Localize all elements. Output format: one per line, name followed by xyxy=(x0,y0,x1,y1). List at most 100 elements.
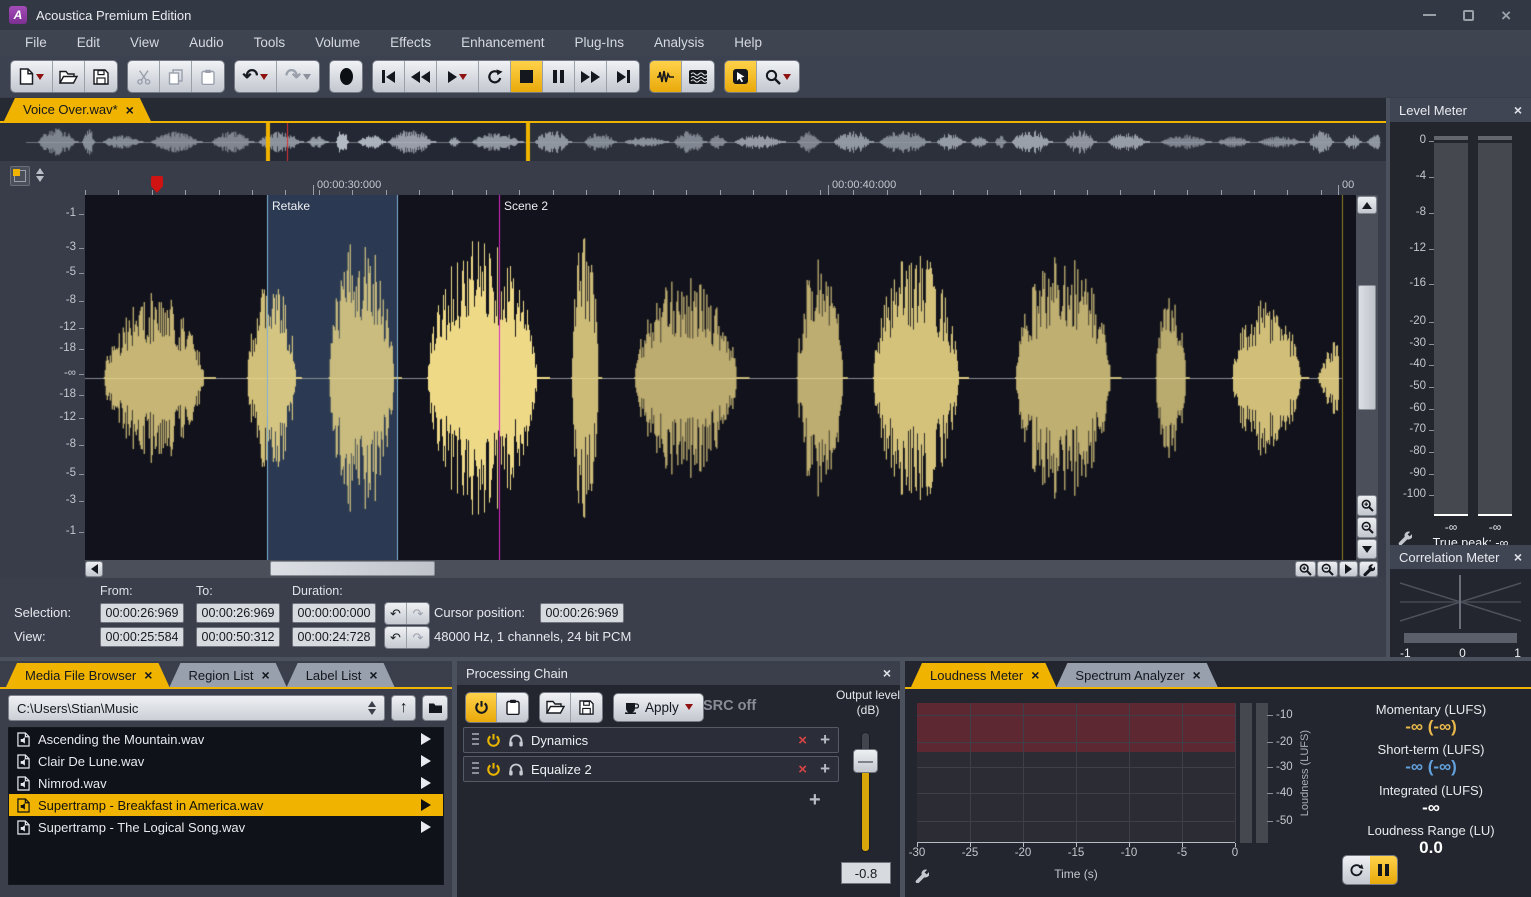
selection-tool-button[interactable] xyxy=(725,61,757,92)
menu-item-volume[interactable]: Volume xyxy=(300,30,375,56)
power-icon[interactable] xyxy=(486,762,501,777)
open-file-button[interactable] xyxy=(53,61,85,92)
scroll-settings-button[interactable] xyxy=(1359,561,1378,577)
cursor-position-field[interactable]: 00:00:26:969 xyxy=(540,603,624,623)
parent-folder-button[interactable]: ↑ xyxy=(391,695,417,721)
menu-item-tools[interactable]: Tools xyxy=(239,30,301,56)
view-undo-button[interactable]: ↶ xyxy=(385,627,407,648)
play-file-icon[interactable] xyxy=(421,799,431,811)
play-file-icon[interactable] xyxy=(421,755,431,767)
loudness-tab-spectrum-analyzer[interactable]: Spectrum Analyzer× xyxy=(1056,663,1217,687)
chain-paste-button[interactable] xyxy=(497,693,528,722)
document-tab[interactable]: Voice Over.wav* × xyxy=(4,98,151,121)
undo-button[interactable]: ↶ xyxy=(235,61,277,92)
record-button[interactable] xyxy=(330,61,362,92)
play-file-icon[interactable] xyxy=(421,777,431,789)
menu-item-enhancement[interactable]: Enhancement xyxy=(446,30,559,56)
loudness-reset-button[interactable] xyxy=(1343,856,1370,884)
level-meter-settings-icon[interactable] xyxy=(1397,530,1412,545)
file-row[interactable]: Clair De Lune.wav xyxy=(9,750,443,772)
browse-folder-button[interactable] xyxy=(422,695,448,721)
horizontal-scrollbar[interactable] xyxy=(85,560,1378,578)
spectral-view-button[interactable] xyxy=(682,61,714,92)
close-panel-icon[interactable]: × xyxy=(883,665,891,681)
menu-item-edit[interactable]: Edit xyxy=(62,30,115,56)
close-tab-icon[interactable]: × xyxy=(1193,667,1201,683)
vertical-scroll-thumb[interactable] xyxy=(1358,285,1376,410)
menu-item-view[interactable]: View xyxy=(115,30,174,56)
copy-button[interactable] xyxy=(160,61,192,92)
view-from-field[interactable]: 00:00:25:584 xyxy=(100,627,184,647)
play-file-icon[interactable] xyxy=(421,821,431,833)
selection-from-field[interactable]: 00:00:26:969 xyxy=(100,603,184,623)
scroll-up-button[interactable] xyxy=(1357,196,1377,214)
waveform-editor[interactable]: Retake Scene 2 xyxy=(85,195,1356,560)
menu-item-plug-ins[interactable]: Plug-Ins xyxy=(559,30,639,56)
add-effect-icon[interactable]: + xyxy=(820,759,830,779)
paste-button[interactable] xyxy=(192,61,224,92)
minimize-icon[interactable] xyxy=(1423,14,1436,16)
remove-effect-icon[interactable]: × xyxy=(798,761,807,778)
horizontal-scroll-thumb[interactable] xyxy=(270,561,435,576)
drag-handle-icon[interactable] xyxy=(472,733,479,748)
zoom-out-vertical-button[interactable] xyxy=(1357,517,1377,538)
file-row[interactable]: Supertramp - Breakfast in America.wav xyxy=(9,794,443,816)
folder-path-select[interactable]: C:\Users\Stian\Music xyxy=(8,695,385,721)
go-to-end-button[interactable] xyxy=(607,61,639,92)
cut-button[interactable] xyxy=(128,61,160,92)
zoom-out-horizontal-button[interactable] xyxy=(1317,561,1338,577)
overview-waveform[interactable] xyxy=(0,123,1387,161)
view-to-field[interactable]: 00:00:50:312 xyxy=(196,627,280,647)
selection-duration-field[interactable]: 00:00:00:000 xyxy=(292,603,376,623)
selection-to-field[interactable]: 00:00:26:969 xyxy=(196,603,280,623)
scroll-left-button[interactable] xyxy=(85,561,103,577)
power-icon[interactable] xyxy=(486,733,501,748)
save-button[interactable] xyxy=(85,61,117,92)
close-tab-icon[interactable]: × xyxy=(1031,667,1039,683)
add-effect-icon[interactable]: + xyxy=(809,789,821,812)
waveform-canvas[interactable] xyxy=(85,195,1356,560)
channel-spinner[interactable] xyxy=(36,168,44,182)
channel-selector-icon[interactable] xyxy=(10,166,30,186)
close-tab-icon[interactable]: × xyxy=(144,667,152,683)
chain-open-button[interactable] xyxy=(540,693,571,722)
vertical-scrollbar[interactable] xyxy=(1356,195,1378,560)
loudness-settings-icon[interactable] xyxy=(914,868,929,883)
new-file-button[interactable] xyxy=(11,61,53,92)
browser-tab-media-file-browser[interactable]: Media File Browser× xyxy=(6,663,169,687)
view-duration-field[interactable]: 00:00:24:728 xyxy=(292,627,376,647)
close-tab-icon[interactable]: × xyxy=(126,102,134,118)
file-row[interactable]: Ascending the Mountain.wav xyxy=(9,728,443,750)
path-spinner-icon[interactable] xyxy=(368,701,376,715)
chain-item[interactable]: Equalize 2×+ xyxy=(463,756,839,782)
chain-enable-button[interactable] xyxy=(466,693,497,722)
close-panel-icon[interactable]: × xyxy=(1514,102,1522,118)
close-tab-icon[interactable]: × xyxy=(262,667,270,683)
timeline-ruler[interactable]: 00:00:30:00000:00:40:00000 xyxy=(0,176,1387,195)
menu-item-effects[interactable]: Effects xyxy=(375,30,446,56)
browser-tab-region-list[interactable]: Region List× xyxy=(169,663,286,687)
file-row[interactable]: Supertramp - The Logical Song.wav xyxy=(9,816,443,838)
scroll-down-button[interactable] xyxy=(1357,539,1377,559)
headphones-icon[interactable] xyxy=(508,733,524,747)
fast-forward-button[interactable] xyxy=(575,61,607,92)
apply-chain-button[interactable]: Apply xyxy=(613,693,704,722)
close-panel-icon[interactable]: × xyxy=(1514,549,1522,565)
output-level-slider-handle[interactable] xyxy=(853,749,878,773)
overview-waveform-canvas[interactable] xyxy=(0,123,1387,161)
loudness-tab-loudness-meter[interactable]: Loudness Meter× xyxy=(911,663,1056,687)
menu-item-audio[interactable]: Audio xyxy=(174,30,239,56)
add-effect-icon[interactable]: + xyxy=(820,730,830,750)
stop-button[interactable] xyxy=(511,61,543,92)
close-icon[interactable]: × xyxy=(1501,10,1511,21)
zoom-in-vertical-button[interactable] xyxy=(1357,495,1377,516)
menu-item-analysis[interactable]: Analysis xyxy=(639,30,719,56)
loudness-pause-button[interactable] xyxy=(1370,856,1397,884)
rewind-button[interactable] xyxy=(405,61,437,92)
redo-button[interactable]: ↷ xyxy=(277,61,319,92)
menu-item-file[interactable]: File xyxy=(10,30,62,56)
zoom-tool-button[interactable] xyxy=(757,61,799,92)
zoom-in-horizontal-button[interactable] xyxy=(1295,561,1316,577)
pause-button[interactable] xyxy=(543,61,575,92)
maximize-icon[interactable] xyxy=(1463,10,1474,21)
